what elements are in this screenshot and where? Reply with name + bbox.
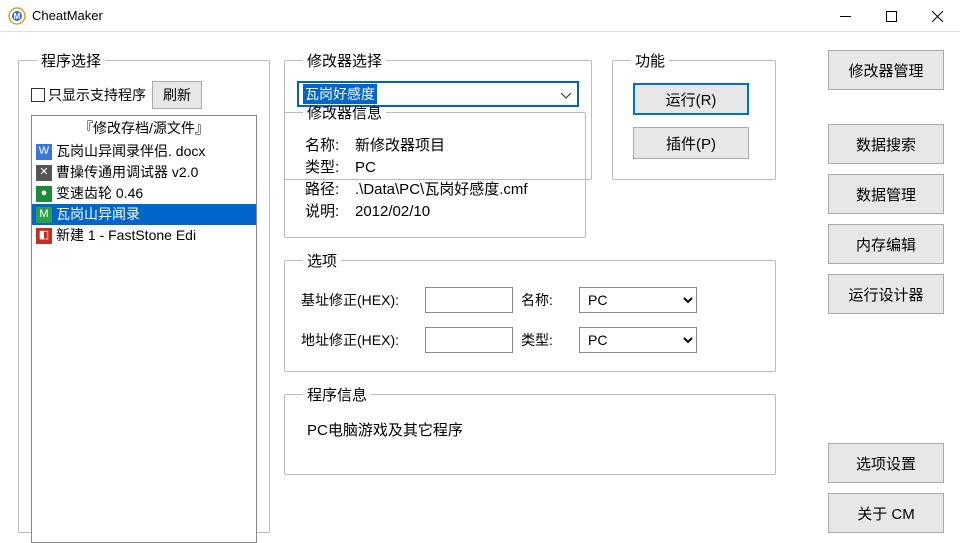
list-item[interactable]: M瓦岗山异闻录	[32, 204, 256, 225]
list-item-label: 瓦岗山异闻录	[56, 204, 140, 225]
minimize-button[interactable]	[822, 0, 868, 32]
checkbox-box-icon	[31, 88, 45, 102]
opt-name-label: 名称:	[521, 290, 571, 310]
file-icon: ●	[36, 186, 52, 202]
info-desc-val: 2012/02/10	[355, 201, 430, 223]
list-item[interactable]: ◧新建 1 - FastStone Edi	[32, 225, 256, 246]
program-select-group: 程序选择 只显示支持程序 刷新 『修改存档/源文件』 W瓦岗山异闻录伴侣. do…	[18, 50, 270, 533]
list-item[interactable]: ✕曹操传通用调试器 v2.0	[32, 162, 256, 183]
window-controls	[822, 0, 960, 31]
info-type-key: 类型:	[305, 157, 355, 179]
info-desc-key: 说明:	[305, 201, 355, 223]
list-item[interactable]: ●变速齿轮 0.46	[32, 183, 256, 204]
info-type-val: PC	[355, 157, 376, 179]
file-icon: ✕	[36, 165, 52, 181]
program-select-legend: 程序选择	[37, 50, 105, 71]
list-item-label: 瓦岗山异闻录伴侣. docx	[56, 141, 205, 162]
run-designer-button[interactable]: 运行设计器	[828, 274, 944, 314]
options-setting-button[interactable]: 选项设置	[828, 443, 944, 483]
only-supported-label: 只显示支持程序	[48, 85, 146, 105]
program-info-legend: 程序信息	[303, 384, 371, 405]
about-button[interactable]: 关于 CM	[828, 493, 944, 533]
program-file-list[interactable]: 『修改存档/源文件』 W瓦岗山异闻录伴侣. docx✕曹操传通用调试器 v2.0…	[31, 115, 257, 543]
modifier-info-legend: 修改器信息	[303, 102, 386, 123]
addr-fix-label: 地址修正(HEX):	[301, 330, 417, 350]
modifier-combobox-value: 瓦岗好感度	[303, 84, 377, 104]
info-name-key: 名称:	[305, 135, 355, 157]
addr-fix-input[interactable]	[425, 327, 513, 353]
function-legend: 功能	[631, 50, 669, 71]
modifier-select-legend: 修改器选择	[303, 50, 386, 71]
plugin-button[interactable]: 插件(P)	[633, 127, 749, 159]
file-list-header: 『修改存档/源文件』	[32, 116, 256, 141]
program-info-group: 程序信息 PC电脑游戏及其它程序	[284, 384, 776, 475]
data-search-button[interactable]: 数据搜索	[828, 124, 944, 164]
opt-type-label: 类型:	[521, 330, 571, 350]
base-fix-label: 基址修正(HEX):	[301, 290, 417, 310]
app-title: CheatMaker	[32, 8, 822, 23]
maximize-button[interactable]	[868, 0, 914, 32]
run-button[interactable]: 运行(R)	[633, 83, 749, 115]
opt-type-select[interactable]: PC	[579, 327, 697, 353]
program-info-text: PC电脑游戏及其它程序	[297, 415, 763, 462]
list-item[interactable]: W瓦岗山异闻录伴侣. docx	[32, 141, 256, 162]
data-manager-button[interactable]: 数据管理	[828, 174, 944, 214]
info-name-val: 新修改器项目	[355, 135, 445, 157]
list-item-label: 变速齿轮 0.46	[56, 183, 143, 204]
options-group: 选项 基址修正(HEX): 名称: PC 地址修正(HEX): 类型: PC	[284, 250, 776, 372]
modifier-manager-button[interactable]: 修改器管理	[828, 50, 944, 90]
function-group: 功能 运行(R) 插件(P)	[612, 50, 776, 180]
info-path-key: 路径:	[305, 179, 355, 201]
list-item-label: 曹操传通用调试器 v2.0	[56, 162, 198, 183]
app-icon: M	[8, 7, 26, 25]
opt-name-select[interactable]: PC	[579, 287, 697, 313]
list-item-label: 新建 1 - FastStone Edi	[56, 225, 196, 246]
close-button[interactable]	[914, 0, 960, 32]
refresh-button[interactable]: 刷新	[152, 81, 202, 109]
file-icon: M	[36, 207, 52, 223]
options-legend: 选项	[303, 250, 341, 271]
base-fix-input[interactable]	[425, 287, 513, 313]
modifier-info-group: 修改器信息 名称:新修改器项目 类型:PC 路径:.\Data\PC\瓦岗好感度…	[284, 102, 586, 238]
info-path-val: .\Data\PC\瓦岗好感度.cmf	[355, 179, 528, 201]
file-icon: ◧	[36, 228, 52, 244]
svg-text:M: M	[14, 12, 21, 21]
only-supported-checkbox[interactable]: 只显示支持程序	[31, 85, 146, 105]
file-icon: W	[36, 144, 52, 160]
titlebar: M CheatMaker	[0, 0, 960, 32]
memory-edit-button[interactable]: 内存编辑	[828, 224, 944, 264]
